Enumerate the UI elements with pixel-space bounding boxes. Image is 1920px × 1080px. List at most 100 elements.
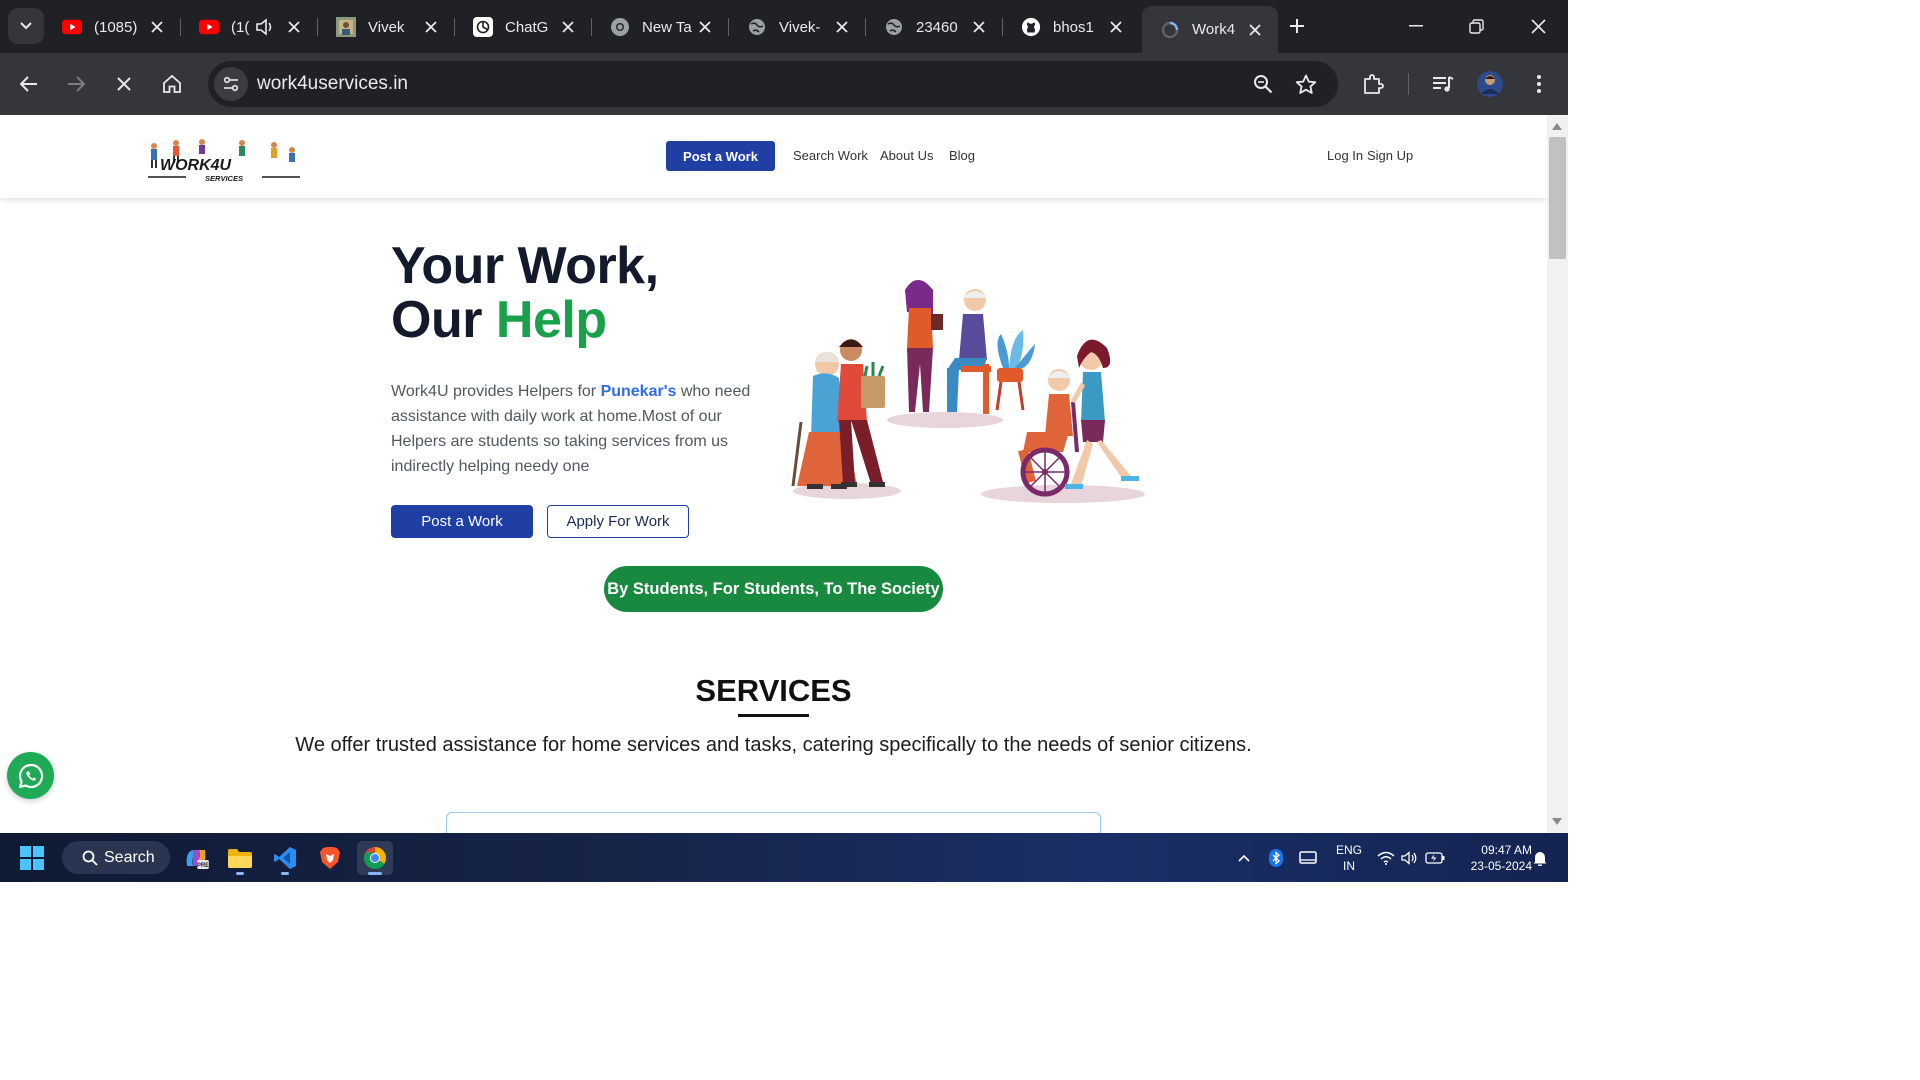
avatar [1477, 71, 1503, 97]
file-explorer-taskbar-button[interactable] [222, 841, 258, 875]
svg-text:WORK4U: WORK4U [160, 157, 232, 174]
close-icon[interactable] [1244, 19, 1266, 41]
site-info-button[interactable] [214, 67, 248, 101]
chatgpt-icon [473, 17, 493, 37]
nav-login-link[interactable]: Log In [1327, 148, 1363, 163]
whatsapp-icon [18, 763, 43, 788]
scroll-down-arrow[interactable] [1552, 818, 1562, 825]
browser-menu-button[interactable] [1521, 66, 1557, 102]
close-window-button[interactable] [1518, 8, 1558, 44]
helpers-illustration-icon [791, 280, 1145, 503]
hero-apply-work-button[interactable]: Apply For Work [547, 505, 689, 538]
service-card[interactable] [446, 812, 1101, 833]
close-icon[interactable] [557, 16, 579, 38]
forward-button[interactable] [58, 66, 94, 102]
whatsapp-chat-button[interactable] [7, 752, 54, 799]
tab-youtube-2[interactable]: (1( [181, 8, 318, 46]
close-icon[interactable] [420, 16, 442, 38]
display-tray-icon[interactable] [1297, 843, 1319, 873]
media-controls-button[interactable] [1425, 66, 1461, 102]
back-button[interactable] [11, 66, 47, 102]
hero-title-highlight: Help [495, 291, 607, 349]
tab-work4u-active[interactable]: Work4 [1142, 6, 1278, 53]
stop-loading-button[interactable] [106, 66, 142, 102]
battery-tray-icon[interactable] [1424, 843, 1446, 873]
tab-title: Vivek- [779, 18, 821, 36]
toolbar-divider [1408, 73, 1409, 95]
close-icon[interactable] [283, 16, 305, 38]
youtube-icon [199, 17, 219, 37]
address-bar[interactable]: work4uservices.in [208, 61, 1338, 107]
services-description: We offer trusted assistance for home ser… [295, 734, 1252, 756]
tab-title: ChatG [505, 18, 549, 36]
restore-button[interactable] [1456, 8, 1496, 44]
minimize-button[interactable] [1396, 8, 1436, 44]
tab-chatgpt[interactable]: ChatG [455, 8, 592, 46]
scroll-up-arrow[interactable] [1552, 123, 1562, 130]
tab-youtube-1[interactable]: (1085) [44, 8, 181, 46]
start-button[interactable] [20, 846, 44, 870]
taskbar-clock[interactable]: 09:47 AM 23-05-2024 [1452, 842, 1532, 874]
clock-date: 23-05-2024 [1470, 859, 1532, 873]
tab-new-tab[interactable]: New Ta [592, 8, 729, 46]
tab-title: New Ta [642, 18, 692, 36]
tab-search-button[interactable] [8, 8, 44, 44]
close-icon[interactable] [968, 16, 990, 38]
tray-overflow-button[interactable] [1233, 843, 1255, 873]
wifi-tray-icon[interactable] [1376, 843, 1396, 873]
site-logo[interactable]: WORK4U SERVICES [146, 137, 302, 185]
nav-search-work-link[interactable]: Search Work [793, 148, 868, 163]
page-scrollbar[interactable] [1547, 115, 1568, 833]
close-icon[interactable] [146, 16, 168, 38]
chevron-up-icon [1238, 854, 1250, 862]
hero-post-work-button[interactable]: Post a Work [391, 505, 533, 538]
close-icon[interactable] [831, 16, 853, 38]
nav-signup-link[interactable]: Sign Up [1367, 148, 1413, 163]
copilot-icon: PRE [186, 850, 209, 869]
tab-vivek-site[interactable]: Vivek- [729, 8, 866, 46]
home-button[interactable] [154, 66, 190, 102]
scroll-thumb[interactable] [1549, 137, 1566, 259]
more-vert-icon [1537, 75, 1541, 93]
bookmark-button[interactable] [1291, 69, 1321, 99]
bluetooth-tray-icon[interactable] [1266, 843, 1286, 873]
monitor-icon [1299, 851, 1317, 864]
nav-post-work-button[interactable]: Post a Work [666, 141, 775, 171]
tab-vivek-image[interactable]: Vivek [318, 8, 455, 46]
globe-icon [747, 17, 767, 37]
windows-logo-icon [20, 846, 44, 870]
nav-about-link[interactable]: About Us [880, 148, 933, 163]
notifications-button[interactable] [1530, 843, 1550, 873]
copilot-taskbar-button[interactable]: PRE [178, 841, 214, 875]
chrome-taskbar-button[interactable] [357, 841, 393, 875]
close-icon [117, 77, 131, 91]
tab-title: 23460 [916, 18, 958, 36]
close-icon[interactable] [694, 16, 716, 38]
url-text[interactable]: work4uservices.in [257, 73, 408, 95]
volume-tray-icon[interactable] [1400, 843, 1420, 873]
zoom-button[interactable] [1248, 69, 1278, 99]
vscode-taskbar-button[interactable] [267, 841, 303, 875]
hero-title-line2: Our Help [391, 293, 659, 347]
nav-blog-link[interactable]: Blog [949, 148, 975, 163]
hero-description: Work4U provides Helpers for Punekar's wh… [391, 379, 751, 479]
tab-title: Vivek [368, 18, 405, 36]
folder-icon [228, 849, 252, 868]
services-underline [738, 714, 809, 717]
running-indicator [368, 872, 382, 875]
chrome-icon [364, 847, 386, 869]
extensions-button[interactable] [1355, 66, 1391, 102]
tab-23460[interactable]: 23460 [866, 8, 1003, 46]
language-region: IN [1343, 859, 1355, 873]
tab-github[interactable]: bhos1 [1003, 8, 1139, 46]
taskbar-search[interactable]: Search [62, 841, 170, 874]
close-icon[interactable] [1105, 16, 1127, 38]
language-indicator[interactable]: ENG IN [1334, 842, 1364, 874]
svg-text:PRE: PRE [197, 863, 209, 869]
chevron-down-icon [20, 22, 32, 30]
profile-button[interactable] [1472, 66, 1508, 102]
zoom-icon [1254, 75, 1273, 94]
new-tab-button[interactable] [1283, 12, 1311, 40]
brave-taskbar-button[interactable] [312, 841, 348, 875]
speaker-icon[interactable] [255, 16, 275, 38]
